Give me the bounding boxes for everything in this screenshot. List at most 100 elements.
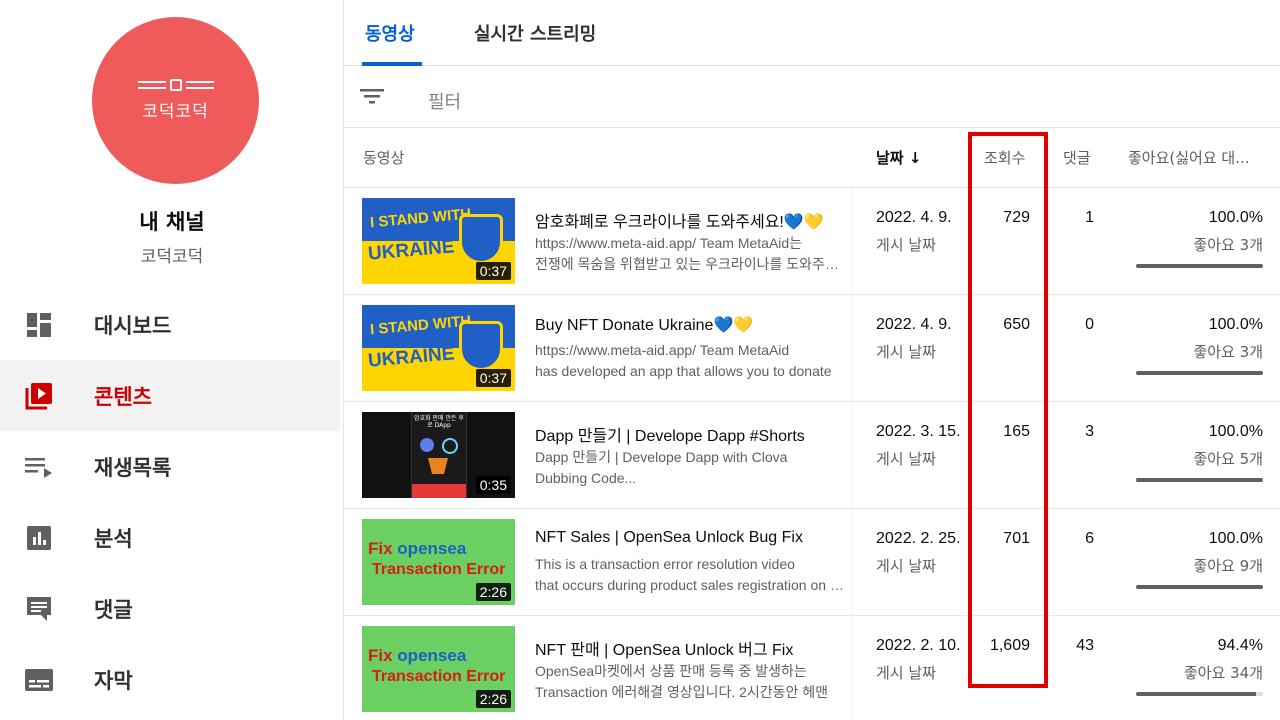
sidebar-item-content[interactable]: 콘텐츠 (0, 360, 340, 431)
sidebar-item-label: 분석 (94, 526, 133, 551)
like-ratio-bar (1136, 585, 1263, 589)
video-description: Dapp 만들기 | Develope Dapp with Clova Dubbi… (535, 449, 788, 486)
video-duration: 0:35 (475, 476, 511, 494)
video-date: 2022. 4. 9. (876, 316, 952, 333)
video-title[interactable]: NFT Sales | OpenSea Unlock Bug Fix (535, 529, 851, 547)
react-icon (442, 438, 458, 454)
thumb-text: Transaction Error (372, 668, 506, 685)
video-description: https://www.meta-aid.app/ Team MetaAid는 전… (535, 235, 851, 272)
video-duration: 2:26 (475, 583, 511, 601)
table-row[interactable]: I STAND WITH UKRAINE 0:37 암호화폐로 우크라이나를 도와주세… (344, 188, 1280, 295)
header-likes[interactable]: 좋아요(싫어요 대... (1128, 147, 1250, 168)
tab-live[interactable]: 실시간 스트리밍 (474, 20, 596, 46)
cell-divider (851, 188, 852, 294)
video-description: OpenSea마켓에서 상품 판매 등록 중 발생하는 Transaction 에… (535, 663, 829, 700)
video-date-label: 게시 날짜 (876, 343, 936, 361)
like-ratio-bar (1136, 264, 1263, 268)
cell-divider (851, 509, 852, 615)
sidebar-item-dashboard[interactable]: 대시보드 (0, 289, 340, 360)
subtitles-icon (23, 664, 55, 696)
header-views[interactable]: 조회수 (984, 147, 1025, 168)
thumb-text: UKRAINE (367, 236, 456, 265)
tab-videos[interactable]: 동영상 (365, 20, 415, 46)
thumb-text: 암호화 판매 만든 후로 DApp (414, 415, 464, 429)
video-duration: 2:26 (475, 690, 511, 708)
video-date: 2022. 2. 10. (876, 637, 961, 654)
sidebar-item-label: 콘텐츠 (94, 384, 152, 409)
table-row[interactable]: 암호화 판매 만든 후로 DApp 0:35 Dapp 만들기 | Develope… (344, 402, 1280, 509)
video-title[interactable]: 암호화폐로 우크라이나를 도와주세요!💙💛 (535, 208, 851, 232)
header-date-sort[interactable]: 날짜 ↓ (876, 147, 921, 168)
avatar-logo (137, 79, 214, 91)
channel-title: 내 채널 (139, 210, 205, 234)
video-likes-count: 좋아요 9개 (1193, 557, 1263, 575)
table-row[interactable]: I STAND WITH UKRAINE 0:37 Buy NFT Donate Uk… (344, 295, 1280, 402)
video-title[interactable]: Dapp 만들기 | Develope Dapp #Shorts (535, 422, 851, 446)
video-comments[interactable]: 6 (1050, 530, 1094, 548)
thumb-text: UKRAINE (367, 343, 456, 372)
thumb-text: Fix opensea (368, 539, 467, 558)
video-description: This is a transaction error resolution v… (535, 556, 851, 593)
video-thumbnail[interactable]: 암호화 판매 만든 후로 DApp 0:35 (362, 412, 515, 498)
sidebar: 코덕코덕 내 채널 코덕코덕 대시보드 콘텐츠 재생목록 분석 댓글 자막 (0, 0, 344, 720)
video-likes-percent: 100.0% (1208, 316, 1263, 333)
ethereum-icon (420, 438, 434, 452)
like-ratio-fill (1136, 692, 1256, 696)
like-ratio-bar (1136, 371, 1263, 375)
video-title[interactable]: Buy NFT Donate Ukraine💙💛 (535, 315, 851, 335)
video-thumbnail[interactable]: I STAND WITH UKRAINE 0:37 (362, 305, 515, 391)
video-description: https://www.meta-aid.app/ Team MetaAid ha… (535, 342, 832, 379)
shield-icon (459, 321, 503, 371)
video-date-label: 게시 날짜 (876, 557, 936, 575)
video-views: 1,609 (989, 637, 1030, 654)
table-row[interactable]: Fix opensea Transaction Error 2:26 NFT 판매 |… (344, 616, 1280, 720)
sidebar-item-subtitles[interactable]: 자막 (0, 644, 340, 715)
filter-icon[interactable] (360, 86, 384, 106)
video-views: 701 (1003, 530, 1030, 547)
comments-icon (23, 593, 55, 625)
video-views: 650 (1003, 316, 1030, 333)
video-date-label: 게시 날짜 (876, 236, 936, 254)
sidebar-item-comments[interactable]: 댓글 (0, 573, 340, 644)
video-thumbnail[interactable]: Fix opensea Transaction Error 2:26 (362, 519, 515, 605)
analytics-icon (23, 522, 55, 554)
video-date: 2022. 4. 9. (876, 209, 952, 226)
video-comments[interactable]: 43 (1050, 637, 1094, 655)
video-comments[interactable]: 0 (1050, 316, 1094, 334)
video-likes-percent: 100.0% (1208, 423, 1263, 440)
header-video: 동영상 (363, 149, 405, 167)
filter-bar: 필터 (344, 66, 1280, 128)
video-date-label: 게시 날짜 (876, 664, 936, 682)
main-content: 동영상 실시간 스트리밍 필터 동영상 날짜 ↓ 조회수 댓글 좋아요(싫어요 … (344, 0, 1280, 720)
phone-screen: 암호화 판매 만든 후로 DApp (411, 412, 467, 498)
thumb-text: I STAND WITH (369, 205, 472, 232)
video-duration: 0:37 (475, 262, 511, 280)
video-date: 2022. 2. 25. (876, 530, 961, 547)
channel-name: 코덕코덕 (140, 247, 204, 267)
video-comments[interactable]: 1 (1050, 209, 1094, 227)
thumb-banner (412, 484, 466, 498)
table-row[interactable]: Fix opensea Transaction Error 2:26 NFT Sale… (344, 509, 1280, 616)
cell-divider (851, 402, 852, 508)
header-comments[interactable]: 댓글 (1063, 147, 1091, 168)
avatar-text: 코덕코덕 (142, 102, 209, 122)
video-thumbnail[interactable]: Fix opensea Transaction Error 2:26 (362, 626, 515, 712)
video-views: 729 (1003, 209, 1030, 226)
video-likes-percent: 100.0% (1208, 209, 1263, 226)
sidebar-item-analytics[interactable]: 분석 (0, 502, 340, 573)
video-date-label: 게시 날짜 (876, 450, 936, 468)
video-thumbnail[interactable]: I STAND WITH UKRAINE 0:37 (362, 198, 515, 284)
video-likes-count: 좋아요 34개 (1183, 664, 1263, 682)
video-likes-count: 좋아요 3개 (1193, 343, 1263, 361)
cell-divider (851, 616, 852, 720)
content-tabs: 동영상 실시간 스트리밍 (344, 0, 1280, 66)
like-ratio-fill (1136, 264, 1263, 268)
filter-input[interactable]: 필터 (428, 88, 461, 114)
sidebar-item-playlists[interactable]: 재생목록 (0, 431, 340, 502)
sidebar-item-label: 자막 (94, 668, 133, 693)
video-likes-percent: 100.0% (1208, 530, 1263, 547)
sidebar-item-label: 대시보드 (94, 313, 172, 338)
video-comments[interactable]: 3 (1050, 423, 1094, 441)
channel-avatar[interactable]: 코덕코덕 (92, 17, 259, 184)
video-title[interactable]: NFT 판매 | OpenSea Unlock 버그 Fix (535, 636, 851, 660)
